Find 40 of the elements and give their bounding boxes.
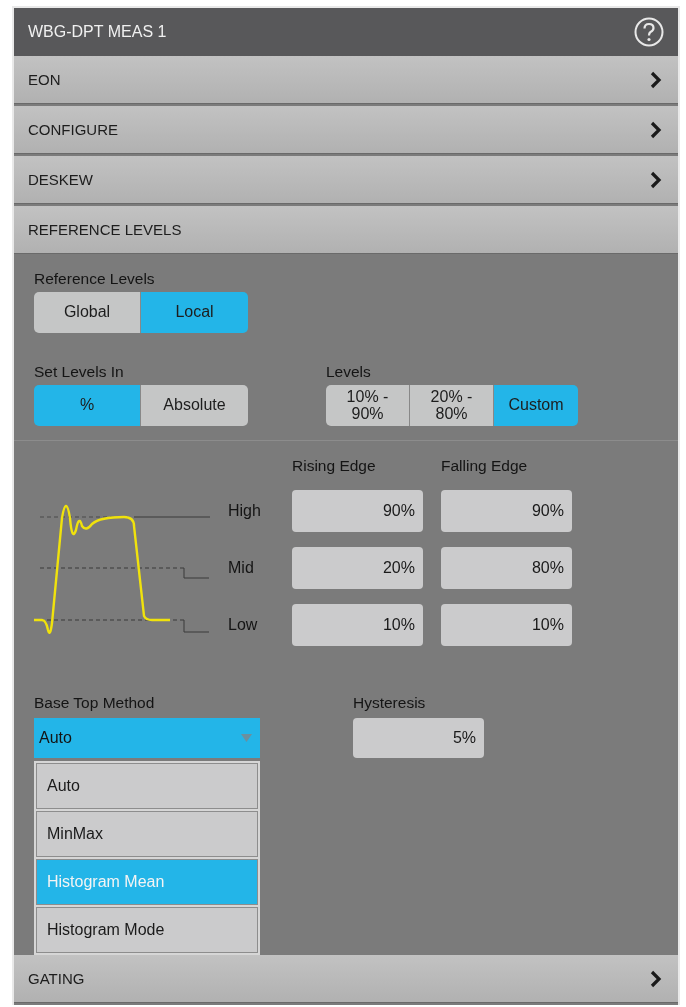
level-label: High xyxy=(227,502,262,520)
help-icon[interactable] xyxy=(634,17,664,47)
chevron-right-icon xyxy=(650,70,662,89)
dropdown-option[interactable]: MinMax xyxy=(36,811,258,857)
column-header: Falling Edge xyxy=(441,457,529,475)
rising-edge-field[interactable]: 10% xyxy=(292,604,423,646)
reference-levels-label: Reference Levels xyxy=(34,270,156,288)
segment-button[interactable]: Custom xyxy=(494,385,578,426)
section-header[interactable]: DESKEW xyxy=(14,156,678,204)
hysteresis-field[interactable]: 5% xyxy=(353,718,484,758)
level-label: Mid xyxy=(227,559,255,577)
base-top-method-dropdown[interactable]: Auto xyxy=(34,718,260,758)
segment-button[interactable]: Absolute xyxy=(141,385,248,426)
segment-button[interactable]: % xyxy=(34,385,141,426)
levels-label: Levels xyxy=(326,363,371,380)
section-header[interactable]: GATING xyxy=(14,955,678,1003)
chevron-right-icon xyxy=(650,120,662,139)
base-top-method-label: Base Top Method xyxy=(34,694,155,711)
rising-edge-field[interactable]: 90% xyxy=(292,490,423,532)
falling-edge-field[interactable]: 90% xyxy=(441,490,572,532)
section-header[interactable]: EON xyxy=(14,56,678,104)
panel-title: WBG-DPT MEAS 1 xyxy=(28,23,167,41)
segment-button[interactable]: Global xyxy=(34,292,141,333)
segment-button[interactable]: 20% - 80% xyxy=(410,385,494,426)
set-levels-in-label: Set Levels In xyxy=(34,363,124,380)
chevron-right-icon xyxy=(650,170,662,189)
falling-edge-field[interactable]: 80% xyxy=(441,547,572,589)
section-header[interactable]: REFERENCE LEVELS xyxy=(14,206,678,254)
dropdown-caret-icon xyxy=(241,734,252,742)
segment-button[interactable]: 10% - 90% xyxy=(326,385,410,426)
level-label: Low xyxy=(227,616,259,634)
column-header: Rising Edge xyxy=(292,457,377,475)
dropdown-option[interactable]: Histogram Mode xyxy=(36,907,258,953)
falling-edge-field[interactable]: 10% xyxy=(441,604,572,646)
dropdown-option[interactable]: Auto xyxy=(36,763,258,809)
rising-edge-field[interactable]: 20% xyxy=(292,547,423,589)
section-header[interactable]: CONFIGURE xyxy=(14,106,678,154)
hysteresis-label: Hysteresis xyxy=(353,694,426,711)
chevron-right-icon xyxy=(650,969,662,988)
segment-button[interactable]: Local xyxy=(141,292,248,333)
